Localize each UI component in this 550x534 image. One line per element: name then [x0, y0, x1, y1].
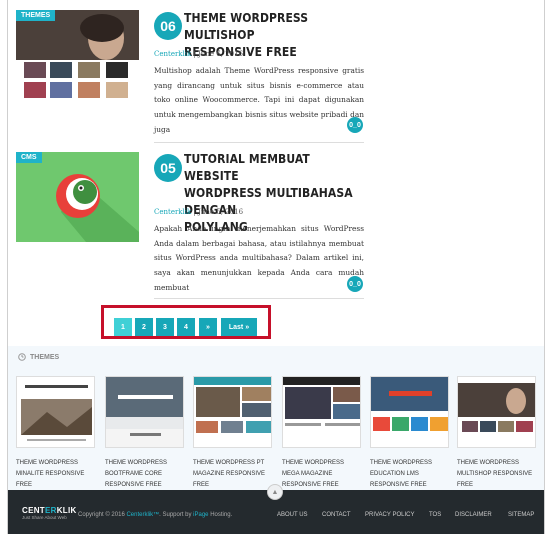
post-thumbnail[interactable]: CMS: [16, 152, 139, 242]
pagination-highlight: 1 2 3 4 » Last »: [101, 305, 271, 339]
page: THEMES 06 THEME WORDPRESS MULTISHOP RESP…: [7, 0, 545, 534]
footer-link-disclaimer[interactable]: DISCLAIMER: [455, 512, 492, 518]
theme-screenshot[interactable]: [370, 376, 449, 448]
footer-tagline: Just Share About Web: [22, 515, 67, 520]
post-number-badge: 05: [154, 154, 182, 182]
theme-caption[interactable]: THEME WORDPRESS MULTISHOP RESPONSIVE FRE…: [457, 458, 536, 491]
footer-link-about[interactable]: ABOUT US: [277, 512, 308, 518]
page-3-button[interactable]: 3: [156, 318, 174, 336]
footer-link-tos[interactable]: TOS: [429, 512, 441, 518]
divider: [154, 142, 364, 143]
footer-link-privacy[interactable]: PRIVACY POLICY: [365, 512, 414, 518]
copyright-brand-link[interactable]: Centerklik™: [126, 512, 159, 518]
page-4-button[interactable]: 4: [177, 318, 195, 336]
multishop-preview-image: [16, 10, 139, 100]
theme-caption[interactable]: THEME WORDPRESS MINALITE RESPONSIVE FREE: [16, 458, 95, 491]
last-page-button[interactable]: Last »: [221, 318, 257, 336]
copyright-text: Copyright © 2016 Centerklik™. Support by…: [78, 512, 233, 518]
theme-card[interactable]: THEME WORDPRESS MINALITE RESPONSIVE FREE: [16, 376, 95, 491]
theme-caption[interactable]: THEME WORDPRESS BOOTFRAME CORE RESPONSIV…: [105, 458, 184, 491]
post-author-link[interactable]: Centerklik: [154, 208, 191, 216]
page-2-button[interactable]: 2: [135, 318, 153, 336]
theme-card[interactable]: THEME WORDPRESS BOOTFRAME CORE RESPONSIV…: [105, 376, 184, 491]
ipage-link[interactable]: iPage: [193, 512, 208, 518]
emote-badge[interactable]: 0_0: [347, 276, 363, 292]
footer-logo[interactable]: CENTERKLIK: [22, 506, 77, 515]
theme-card[interactable]: THEME WORDPRESS PT MAGAZINE RESPONSIVE F…: [193, 376, 272, 491]
page-1-button[interactable]: 1: [114, 318, 132, 336]
post-thumbnail[interactable]: THEMES: [16, 10, 139, 100]
themes-section: THEMES THEME WORDPRESS MINALITE RESPONSI…: [8, 346, 544, 490]
polylang-logo: [16, 152, 139, 242]
footer-link-contact[interactable]: CONTACT: [322, 512, 351, 518]
theme-card[interactable]: THEME WORDPRESS MEGA MAGAZINE RESPONSIVE…: [282, 376, 361, 491]
theme-screenshot[interactable]: [457, 376, 536, 448]
theme-caption[interactable]: THEME WORDPRESS MEGA MAGAZINE RESPONSIVE…: [282, 458, 361, 491]
emote-badge[interactable]: 0_0: [347, 117, 363, 133]
theme-caption[interactable]: THEME WORDPRESS PT MAGAZINE RESPONSIVE F…: [193, 458, 272, 491]
theme-screenshot[interactable]: [193, 376, 272, 448]
themes-heading: THEMES: [18, 353, 59, 361]
post-excerpt: Multishop adalah Theme WordPress respons…: [154, 66, 364, 134]
next-page-button[interactable]: »: [199, 318, 217, 336]
divider: [154, 298, 364, 299]
category-badge[interactable]: THEMES: [16, 10, 56, 21]
post-author-link[interactable]: Centerklik: [154, 50, 191, 58]
theme-card[interactable]: THEME WORDPRESS EDUCATION LMS RESPONSIVE…: [370, 376, 449, 491]
scroll-to-top-icon[interactable]: ▲: [267, 484, 283, 500]
post-date: June 5, 2016: [198, 208, 244, 216]
footer-link-sitemap[interactable]: SITEMAP: [508, 512, 534, 518]
theme-screenshot[interactable]: [105, 376, 184, 448]
theme-screenshot[interactable]: [16, 376, 95, 448]
theme-card[interactable]: THEME WORDPRESS MULTISHOP RESPONSIVE FRE…: [457, 376, 536, 491]
post-meta: Centerklik | June 5, 2016: [154, 208, 244, 216]
post-number-badge: 06: [154, 12, 182, 40]
clock-icon: [18, 353, 26, 361]
post-date: June 6, 2016: [198, 50, 244, 58]
theme-caption[interactable]: THEME WORDPRESS EDUCATION LMS RESPONSIVE…: [370, 458, 449, 491]
post-excerpt: Apakah Anda ingin menerjemahkan situs Wo…: [154, 224, 364, 292]
theme-screenshot[interactable]: [282, 376, 361, 448]
category-badge[interactable]: CMS: [16, 152, 42, 163]
post-meta: Centerklik | June 6, 2016: [154, 50, 244, 58]
